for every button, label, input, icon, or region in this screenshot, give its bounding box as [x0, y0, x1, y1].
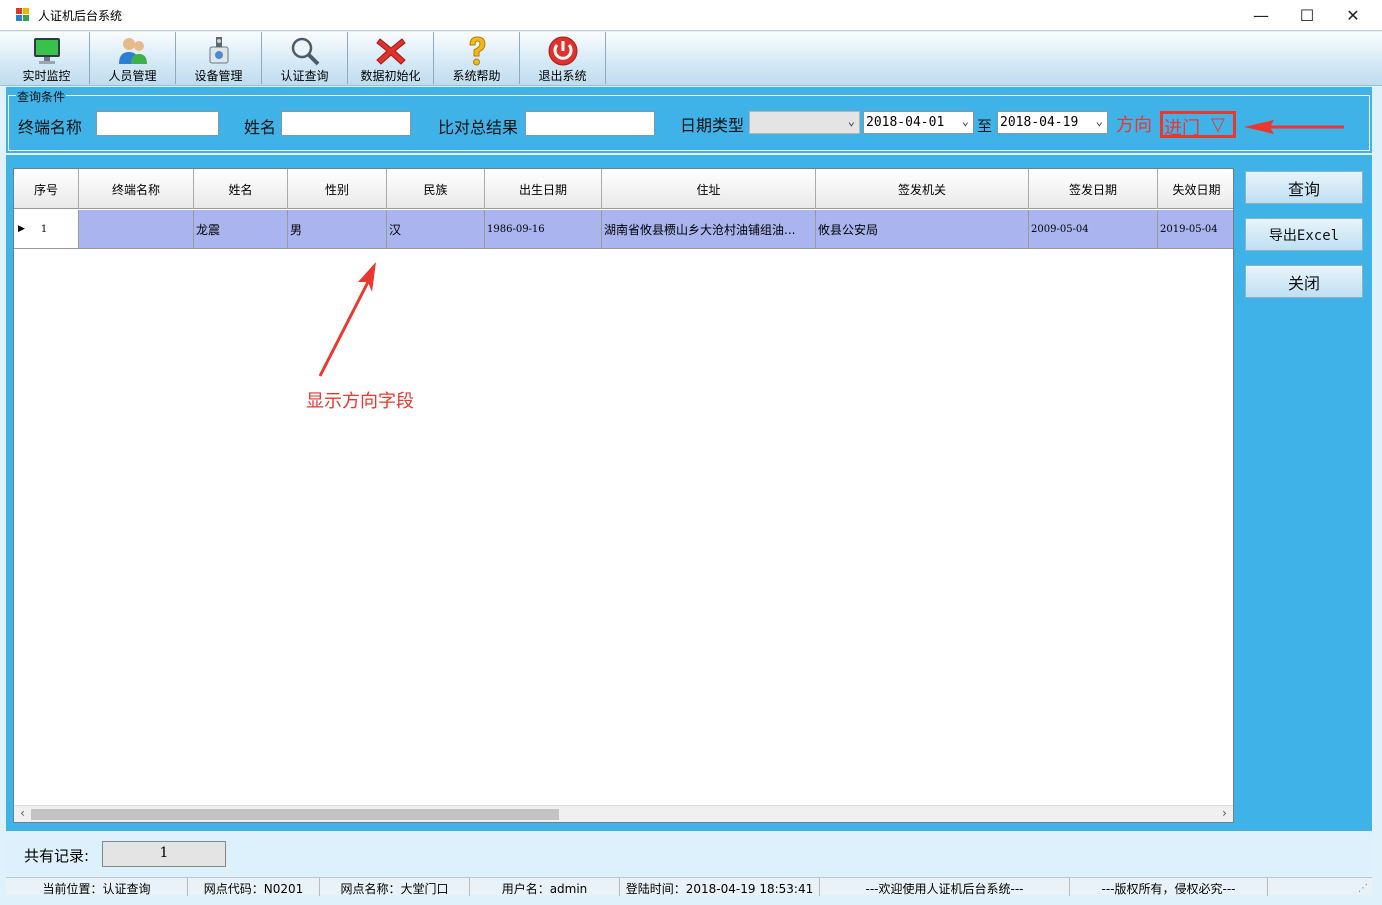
- date-type-select[interactable]: ⌄: [749, 111, 860, 134]
- date-type-label: 日期类型: [680, 116, 745, 135]
- triangle-down-icon: ▽: [1211, 114, 1225, 135]
- toolbar-auth-query[interactable]: 认证查询: [262, 32, 348, 84]
- toolbar-label: 系统帮助: [452, 69, 501, 83]
- maximize-button[interactable]: ☐: [1284, 0, 1330, 31]
- direction-select[interactable]: 进门 ▽: [1160, 111, 1236, 139]
- toolbar-device-manage[interactable]: 设备管理: [176, 32, 262, 84]
- app-window: 人证机后台系统 — ☐ ✕ 实时监控 人员管理 设备管理 认证查询 数据初始化 …: [0, 0, 1382, 905]
- annotation-arrow-up: [318, 262, 376, 377]
- to-label: 至: [977, 117, 993, 135]
- column-header-issuer[interactable]: 签发机关: [816, 169, 1029, 209]
- terminal-name-label: 终端名称: [18, 118, 83, 137]
- cell-ethnicity[interactable]: 汉: [387, 210, 485, 249]
- toolbar-label: 实时监控: [22, 69, 71, 83]
- red-x-icon: [375, 38, 406, 65]
- minimize-button[interactable]: —: [1238, 0, 1284, 31]
- query-button[interactable]: 查询: [1245, 171, 1363, 204]
- date-to-picker[interactable]: 2018-04-19 ⌄: [997, 111, 1108, 134]
- results-panel: 序号 终端名称 姓名 性别 民族 出生日期 住址 签发机关 签发日期 失效日期 …: [6, 155, 1372, 831]
- annotation-text: 显示方向字段: [306, 391, 414, 412]
- status-login-time: 登陆时间：2018-04-19 18:53:41: [620, 878, 820, 896]
- device-icon: [209, 37, 228, 64]
- monitor-icon: [33, 38, 60, 64]
- export-excel-button[interactable]: 导出Excel: [1245, 218, 1363, 251]
- cell-name[interactable]: 龙震: [194, 210, 288, 249]
- horizontal-scrollbar[interactable]: ‹ ›: [14, 805, 1233, 822]
- cell-gender[interactable]: 男: [288, 210, 387, 249]
- cell-expiry-date[interactable]: 2019-05-04: [1158, 210, 1233, 249]
- table-row[interactable]: ▶ 1 龙震 男 汉 1986-09-16 湖南省攸县槚山乡大沧村油铺组油...…: [14, 210, 1233, 249]
- status-welcome: ---欢迎使用人证机后台系统---: [820, 878, 1070, 896]
- column-header-ethnicity[interactable]: 民族: [387, 169, 485, 209]
- window-title: 人证机后台系统: [38, 9, 123, 23]
- users-icon: [118, 38, 147, 64]
- power-icon: [548, 36, 577, 66]
- chevron-down-icon: ⌄: [847, 114, 855, 128]
- terminal-name-input[interactable]: [96, 111, 219, 136]
- cell-seq: 1: [40, 223, 48, 235]
- cell-terminal[interactable]: [79, 210, 194, 249]
- record-count-bar: 共有记录: 1: [6, 833, 1372, 875]
- cell-issue-date[interactable]: 2009-05-04: [1029, 210, 1158, 249]
- main-toolbar: 实时监控 人员管理 设备管理 认证查询 数据初始化 系统帮助 退出系统: [0, 32, 1382, 86]
- magnifier-icon: [291, 37, 319, 66]
- column-header-birthdate[interactable]: 出生日期: [485, 169, 602, 209]
- record-count-value: 1: [102, 841, 226, 867]
- toolbar-label: 数据初始化: [360, 69, 421, 83]
- column-header-terminal[interactable]: 终端名称: [79, 169, 194, 209]
- date-from-picker[interactable]: 2018-04-01 ⌄: [863, 111, 974, 134]
- group-legend: 查询条件: [16, 88, 67, 105]
- toolbar-system-help[interactable]: 系统帮助: [434, 32, 520, 84]
- annotation-arrow-left: [1244, 120, 1344, 134]
- toolbar-data-init[interactable]: 数据初始化: [348, 32, 434, 84]
- cell-issuer[interactable]: 攸县公安局: [816, 210, 1029, 249]
- title-bar: 人证机后台系统 — ☐ ✕: [0, 0, 1382, 31]
- compare-result-label: 比对总结果: [438, 118, 519, 137]
- close-window-button[interactable]: ✕: [1330, 0, 1376, 31]
- status-site-code: 网点代码：N0201: [188, 878, 320, 896]
- column-header-address[interactable]: 住址: [602, 169, 816, 209]
- column-header-issue-date[interactable]: 签发日期: [1029, 169, 1158, 209]
- status-location: 当前位置：认证查询: [6, 878, 188, 896]
- scroll-left-icon[interactable]: ‹: [14, 806, 31, 820]
- record-count-label: 共有记录:: [24, 847, 90, 865]
- cell-birthdate[interactable]: 1986-09-16: [485, 210, 602, 249]
- status-bar: 当前位置：认证查询 网点代码：N0201 网点名称：大堂门口 用户名：admin…: [6, 877, 1372, 896]
- column-header-name[interactable]: 姓名: [194, 169, 288, 209]
- row-marker-icon: ▶: [18, 224, 25, 234]
- results-grid: 序号 终端名称 姓名 性别 民族 出生日期 住址 签发机关 签发日期 失效日期 …: [13, 168, 1234, 823]
- status-user: 用户名：admin: [470, 878, 620, 896]
- toolbar-label: 人员管理: [108, 69, 157, 83]
- status-site-name: 网点名称：大堂门口: [320, 878, 470, 896]
- compare-result-input[interactable]: [525, 111, 655, 136]
- question-icon: [468, 36, 486, 66]
- direction-label: 方向: [1116, 115, 1152, 136]
- direction-value: 进门: [1164, 118, 1200, 139]
- app-icon: [16, 8, 30, 22]
- toolbar-person-manage[interactable]: 人员管理: [90, 32, 176, 84]
- chevron-down-icon: ⌄: [961, 114, 969, 128]
- toolbar-label: 设备管理: [194, 69, 243, 83]
- resize-grip-icon[interactable]: ⋰: [1358, 883, 1368, 894]
- name-input[interactable]: [281, 111, 411, 136]
- date-to-value: 2018-04-19: [1000, 115, 1079, 130]
- row-header-cell[interactable]: ▶ 1: [14, 210, 79, 249]
- status-copyright: ---版权所有，侵权必究---: [1070, 878, 1268, 896]
- scroll-right-icon[interactable]: ›: [1216, 806, 1233, 820]
- name-label: 姓名: [244, 118, 277, 137]
- toolbar-label: 认证查询: [280, 69, 329, 83]
- column-header-seq[interactable]: 序号: [14, 169, 79, 209]
- toolbar-realtime-monitor[interactable]: 实时监控: [4, 32, 90, 84]
- toolbar-exit-system[interactable]: 退出系统: [520, 32, 606, 84]
- scroll-thumb[interactable]: [31, 809, 559, 820]
- cell-address[interactable]: 湖南省攸县槚山乡大沧村油铺组油...: [602, 210, 816, 249]
- close-button[interactable]: 关闭: [1245, 265, 1363, 298]
- chevron-down-icon: ⌄: [1095, 114, 1103, 128]
- date-from-value: 2018-04-01: [866, 115, 945, 130]
- column-header-expiry-date[interactable]: 失效日期: [1158, 169, 1233, 209]
- column-header-gender[interactable]: 性别: [288, 169, 387, 209]
- grid-header: 序号 终端名称 姓名 性别 民族 出生日期 住址 签发机关 签发日期 失效日期: [14, 169, 1233, 209]
- toolbar-label: 退出系统: [538, 69, 587, 83]
